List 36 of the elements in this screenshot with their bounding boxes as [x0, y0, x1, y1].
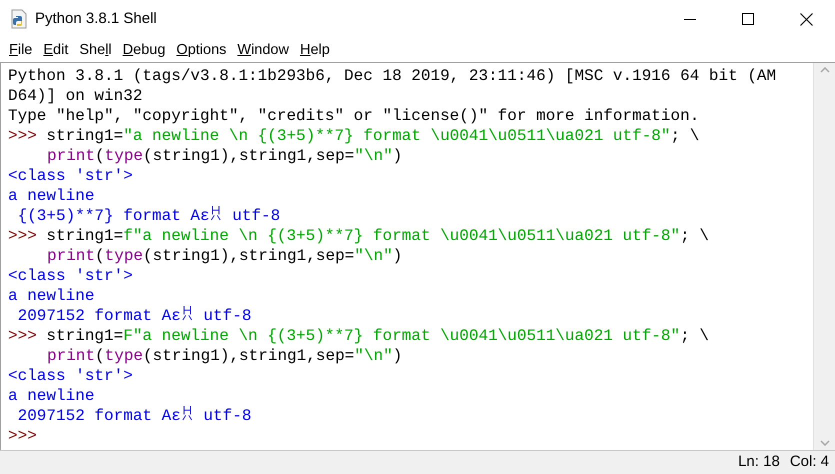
shell-line: print(type(string1),string1,sep="\n")	[46, 146, 402, 166]
shell-line: Python 3.8.1 (tags/v3.8.1:1b293b6, Dec 18 2019, 23:11:46) [MSC v.1916 64 bit (AM	[8, 66, 776, 86]
shell-line: 2097152 format Aԑꀡ utf-8	[16, 306, 252, 326]
shell-line: 2097152 format Aԑꀡ utf-8	[16, 406, 252, 426]
shell-line: >>> string1=F"a newline \n {(3+5)**7} format \u0041\u0511\ua021 utf-8"; \	[8, 326, 709, 346]
minimize-icon	[684, 18, 696, 20]
shell-line: <class 'str'>	[8, 166, 133, 186]
shell-line: >>> string1="a newline \n {(3+5)**7} format \u0041\u0511\ua021 utf-8"; \	[8, 126, 700, 146]
menu-item[interactable]: Options	[171, 40, 232, 60]
scroll-down-icon[interactable]	[820, 440, 830, 446]
menu-item[interactable]: Window	[232, 40, 294, 60]
line-number-status: Ln: 18	[738, 452, 780, 472]
vertical-scrollbar[interactable]	[813, 63, 835, 450]
shell-line: <class 'str'>	[8, 266, 133, 286]
shell-line: D64)] on win32	[8, 86, 142, 106]
menu-item[interactable]: Edit	[38, 40, 74, 60]
shell-line: a newline	[8, 386, 94, 406]
menu-item[interactable]: Debug	[118, 40, 170, 60]
shell-line: a newline	[8, 286, 94, 306]
maximize-icon	[742, 13, 754, 25]
shell-line: print(type(string1),string1,sep="\n")	[46, 346, 402, 366]
shell-line: >>> string1=f"a newline \n {(3+5)**7} format \u0041\u0511\ua021 utf-8"; \	[8, 226, 709, 246]
shell-line: {(3+5)**7} format Aԑꀡ utf-8	[16, 206, 280, 226]
menu-item[interactable]: File	[4, 40, 38, 60]
shell-line: <class 'str'>	[8, 366, 133, 386]
shell-line: print(type(string1),string1,sep="\n")	[46, 246, 402, 266]
python-file-icon	[10, 9, 28, 29]
shell-line: a newline	[8, 186, 94, 206]
column-number-status: Col: 4	[790, 452, 829, 472]
shell-line: Type "help", "copyright", "credits" or "license()" for more information.	[8, 106, 700, 126]
close-icon	[800, 12, 812, 26]
menu-item[interactable]: Shell	[74, 40, 117, 60]
shell-line: >>>	[8, 426, 37, 446]
window-title: Python 3.8.1 Shell	[35, 8, 157, 29]
menu-item[interactable]: Help	[294, 40, 335, 60]
scroll-up-icon[interactable]	[820, 67, 830, 73]
